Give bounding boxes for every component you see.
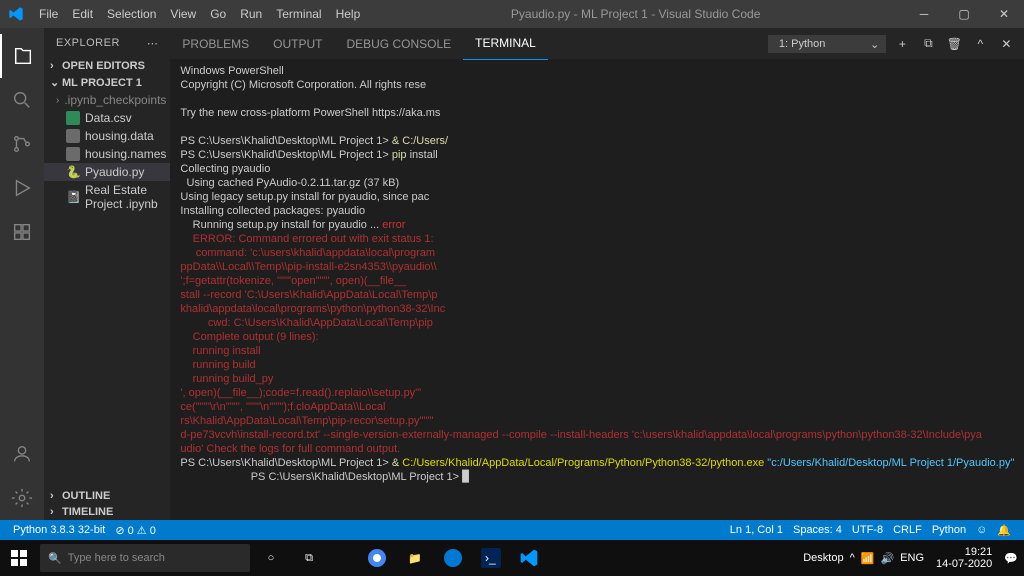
explorer-label: EXPLORER — [56, 37, 120, 49]
panel-tabs: PROBLEMS OUTPUT DEBUG CONSOLE TERMINAL 1… — [170, 28, 1024, 60]
file-item[interactable]: housing.names — [44, 145, 170, 163]
more-icon[interactable]: ⋯ — [147, 37, 159, 50]
outline-section[interactable]: ›OUTLINE — [44, 488, 170, 504]
svg-text:›_: ›_ — [485, 551, 496, 565]
status-bell-icon[interactable]: 🔔 — [992, 524, 1016, 537]
tab-problems[interactable]: PROBLEMS — [170, 28, 261, 60]
close-panel-icon[interactable]: ✕ — [996, 34, 1016, 54]
cortana-icon[interactable]: ○ — [252, 540, 290, 576]
file-item[interactable]: ›.ipynb_checkpoints — [44, 91, 170, 109]
status-eol[interactable]: CRLF — [888, 524, 927, 536]
tray-desktop[interactable]: Desktop — [803, 552, 843, 564]
extensions-icon[interactable] — [0, 210, 44, 254]
status-language[interactable]: Python — [927, 524, 971, 536]
status-spaces[interactable]: Spaces: 4 — [788, 524, 847, 536]
tray-chevron-icon[interactable]: ^ — [850, 552, 855, 564]
maximize-button[interactable]: ▢ — [944, 0, 984, 28]
status-problems[interactable]: ⊘ 0 ⚠ 0 — [110, 524, 160, 537]
chrome-icon[interactable] — [358, 540, 396, 576]
tray-lang[interactable]: ENG — [900, 552, 924, 564]
taskbar-search[interactable]: 🔍 Type here to search — [40, 544, 250, 572]
source-control-icon[interactable] — [0, 122, 44, 166]
menu-selection[interactable]: Selection — [100, 7, 163, 21]
tab-debug-console[interactable]: DEBUG CONSOLE — [334, 28, 463, 60]
terminal-content[interactable]: Windows PowerShell Copyright (C) Microso… — [170, 60, 1024, 520]
settings-icon[interactable] — [0, 476, 44, 520]
tray-wifi-icon[interactable]: 📶 — [861, 552, 875, 565]
close-button[interactable]: ✕ — [984, 0, 1024, 28]
status-python[interactable]: Python 3.8.3 32-bit — [8, 524, 110, 536]
titlebar: File Edit Selection View Go Run Terminal… — [0, 0, 1024, 28]
editor-area: PROBLEMS OUTPUT DEBUG CONSOLE TERMINAL 1… — [170, 28, 1024, 520]
file-item[interactable]: 📓Real Estate Project .ipynb — [44, 181, 170, 213]
menu-bar: File Edit Selection View Go Run Terminal… — [32, 7, 367, 21]
trash-icon[interactable]: 🗑 — [944, 34, 964, 54]
search-icon[interactable] — [0, 78, 44, 122]
activity-bar — [0, 28, 44, 520]
menu-edit[interactable]: Edit — [65, 7, 100, 21]
status-encoding[interactable]: UTF-8 — [847, 524, 888, 536]
file-item[interactable]: Data.csv — [44, 109, 170, 127]
status-line-col[interactable]: Ln 1, Col 1 — [725, 524, 788, 536]
open-editors-section[interactable]: ›OPEN EDITORS — [44, 58, 170, 74]
sidebar: EXPLORER ⋯ ›OPEN EDITORS ⌄ML PROJECT 1 ›… — [44, 28, 170, 520]
file-item-selected[interactable]: 🐍Pyaudio.py — [44, 163, 170, 181]
tray-notifications-icon[interactable]: 💬 — [1004, 552, 1018, 565]
window-title: Pyaudio.py - ML Project 1 - Visual Studi… — [367, 7, 904, 21]
minimize-button[interactable]: ─ — [904, 0, 944, 28]
account-icon[interactable] — [0, 432, 44, 476]
project-label: ML PROJECT 1 — [62, 77, 142, 89]
explorer-icon[interactable]: 📁 — [396, 540, 434, 576]
project-section[interactable]: ⌄ML PROJECT 1 — [44, 74, 170, 91]
timeline-label: TIMELINE — [62, 506, 113, 518]
menu-run[interactable]: Run — [233, 7, 269, 21]
file-item[interactable]: housing.data — [44, 127, 170, 145]
menu-help[interactable]: Help — [329, 7, 368, 21]
tray-clock[interactable]: 19:2114-07-2020 — [930, 546, 998, 570]
explorer-icon[interactable] — [0, 34, 44, 78]
vscode-taskbar-icon[interactable] — [510, 540, 548, 576]
tab-terminal[interactable]: TERMINAL — [463, 28, 548, 60]
terminal-selector[interactable]: 1: Python⌄ — [768, 35, 886, 53]
split-terminal-icon[interactable]: ⧉ — [918, 34, 938, 54]
status-bar: Python 3.8.3 32-bit ⊘ 0 ⚠ 0 Ln 1, Col 1 … — [0, 520, 1024, 540]
menu-file[interactable]: File — [32, 7, 65, 21]
taskbar: 🔍 Type here to search ○ ⧉ 📁 ›_ Desktop ^… — [0, 540, 1024, 576]
powershell-icon[interactable]: ›_ — [472, 540, 510, 576]
new-terminal-icon[interactable]: + — [892, 34, 912, 54]
outline-label: OUTLINE — [62, 490, 110, 502]
open-editors-label: OPEN EDITORS — [62, 60, 145, 72]
timeline-section[interactable]: ›TIMELINE — [44, 504, 170, 520]
task-view-icon[interactable]: ⧉ — [290, 540, 328, 576]
debug-icon[interactable] — [0, 166, 44, 210]
vscode-icon — [0, 6, 32, 22]
menu-terminal[interactable]: Terminal — [269, 7, 328, 21]
tray-sound-icon[interactable]: 🔊 — [880, 552, 894, 565]
menu-go[interactable]: Go — [203, 7, 233, 21]
tab-output[interactable]: OUTPUT — [261, 28, 334, 60]
maximize-panel-icon[interactable]: ^ — [970, 34, 990, 54]
edge-icon[interactable] — [434, 540, 472, 576]
start-icon[interactable] — [0, 540, 38, 576]
menu-view[interactable]: View — [163, 7, 203, 21]
sidebar-header: EXPLORER ⋯ — [44, 28, 170, 58]
status-feedback-icon[interactable]: ☺ — [971, 524, 992, 536]
